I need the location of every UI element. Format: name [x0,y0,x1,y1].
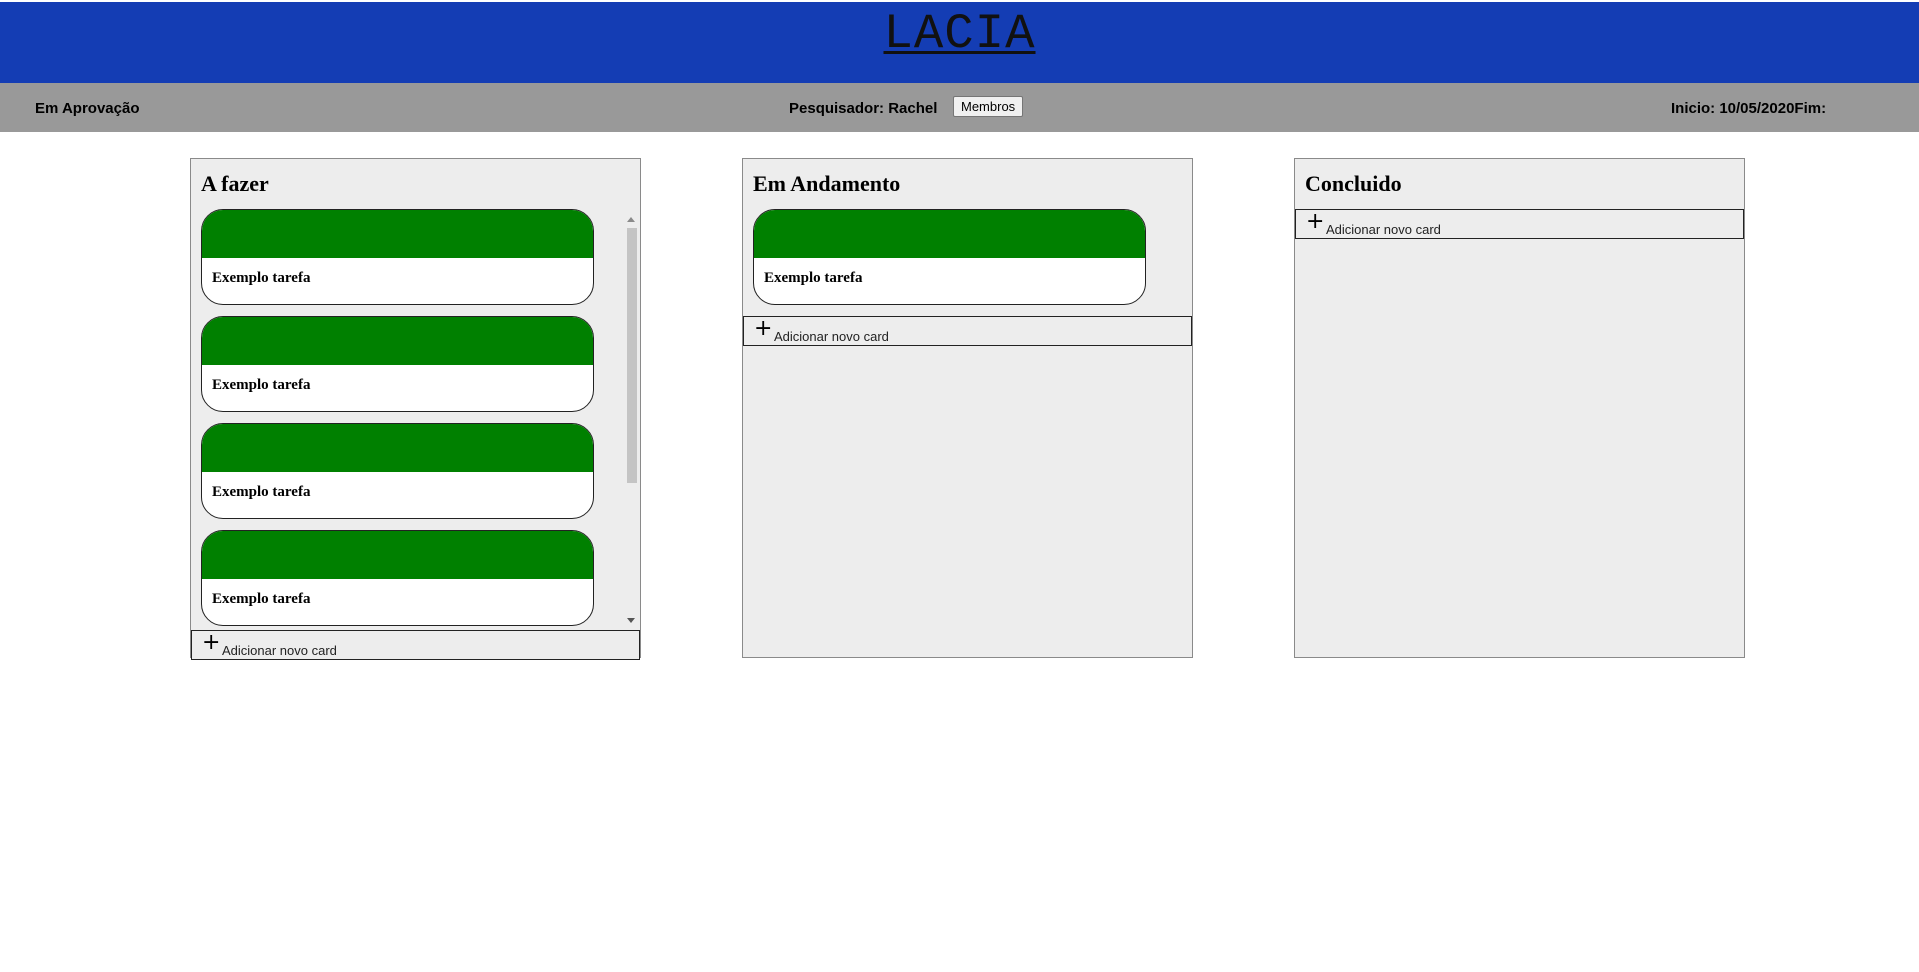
scrollbar-thumb[interactable] [627,228,637,483]
column-a-fazer: A fazer Exemplo tarefa Exemplo tarefa Ex… [190,158,641,660]
add-card-button[interactable]: + Adicionar novo card [1295,209,1744,239]
card-color-band [202,531,593,579]
column-em-andamento: Em Andamento Exemplo tarefa + Adicionar … [742,158,1193,658]
task-card[interactable]: Exemplo tarefa [201,423,594,519]
task-card[interactable]: Exemplo tarefa [201,530,594,626]
add-card-button[interactable]: + Adicionar novo card [191,630,640,660]
column-concluido: Concluido + Adicionar novo card [1294,158,1745,658]
card-title: Exemplo tarefa [764,270,863,286]
add-card-label: Adicionar novo card [774,329,889,344]
task-card[interactable]: Exemplo tarefa [201,316,594,412]
card-color-band [202,424,593,472]
card-color-band [754,210,1145,258]
app-title[interactable]: LACIA [0,6,1919,62]
task-card[interactable]: Exemplo tarefa [201,209,594,305]
card-list-scrollbar[interactable] [624,211,639,629]
scroll-down-icon[interactable] [627,618,635,623]
card-title: Exemplo tarefa [212,377,311,393]
add-card-button[interactable]: + Adicionar novo card [743,316,1192,346]
add-card-label: Adicionar novo card [1326,222,1441,237]
card-list[interactable]: Exemplo tarefa Exemplo tarefa Exemplo ta… [191,209,623,627]
task-card[interactable]: Exemplo tarefa [753,209,1146,305]
column-title: Concluido [1305,171,1402,196]
members-button[interactable]: Membros [953,96,1024,117]
card-color-band [202,317,593,365]
project-dates: Inicio: 10/05/2020Fim: [1671,100,1827,117]
header-bar: LACIA [0,2,1919,83]
plus-icon: + [754,316,773,341]
project-status: Em Aprovação [35,100,140,117]
project-info-bar: Em Aprovação Pesquisador: Rachel Membros… [0,83,1919,132]
column-title: Em Andamento [753,171,901,196]
card-color-band [202,210,593,258]
plus-icon: + [202,630,221,655]
column-title: A fazer [201,171,269,196]
card-title: Exemplo tarefa [212,591,311,607]
researcher-label: Pesquisador: Rachel [789,100,938,117]
plus-icon: + [1306,209,1325,234]
add-card-label: Adicionar novo card [222,643,337,658]
card-title: Exemplo tarefa [212,270,311,286]
card-title: Exemplo tarefa [212,484,311,500]
scroll-up-icon[interactable] [627,217,635,222]
